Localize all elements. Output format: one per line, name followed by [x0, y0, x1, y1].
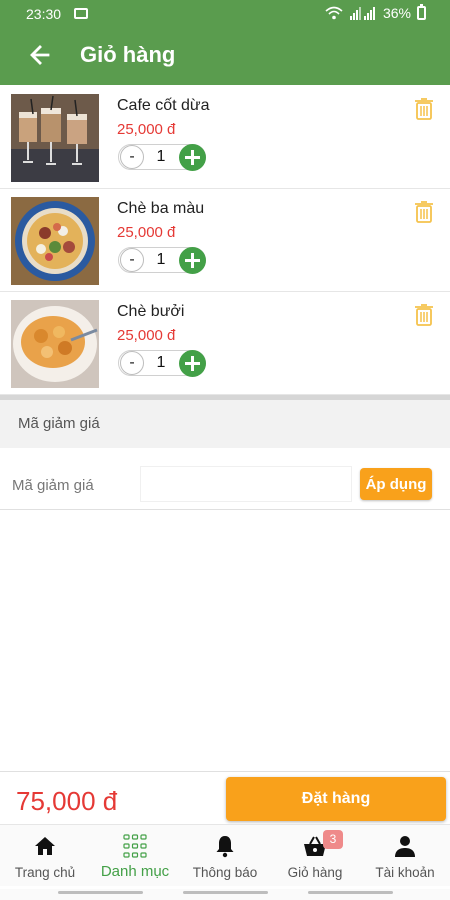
nav-label: Giỏ hàng [287, 865, 343, 880]
order-bar: 75,000 đ Đặt hàng [0, 771, 450, 824]
quantity-stepper: - 1 [118, 350, 206, 377]
trash-icon[interactable] [414, 200, 434, 224]
increase-button[interactable] [179, 144, 206, 171]
product-thumbnail-coffee[interactable] [11, 94, 99, 182]
trash-icon[interactable] [414, 303, 434, 327]
item-price: 25,000 đ [117, 327, 176, 344]
product-thumbnail-che-buoi[interactable] [11, 300, 99, 388]
increase-button[interactable] [179, 350, 206, 377]
cart-item: Cafe cốt dừa 25,000 đ - 1 [0, 87, 450, 189]
home-icon [35, 837, 55, 855]
discount-field-label: Mã giảm giá [12, 477, 94, 494]
app-bar: Giỏ hàng [0, 28, 450, 85]
nav-item-cart[interactable]: 3 Giỏ hàng [270, 825, 360, 887]
nav-label: Thông báo [192, 865, 258, 880]
place-order-button[interactable]: Đặt hàng [226, 777, 446, 821]
back-arrow-icon[interactable] [26, 41, 54, 69]
discount-section-header: Mã giảm giá [0, 400, 450, 448]
nav-label: Tài khoản [375, 865, 435, 880]
grid-icon [123, 834, 147, 858]
bell-icon [216, 836, 234, 858]
discount-row: Mã giảm giá Áp dụng [0, 448, 450, 510]
quantity-stepper: - 1 [118, 247, 206, 274]
bottom-navigation: Trang chủ Danh mục Thông báo 3 Giỏ hàng … [0, 824, 450, 886]
decrease-button[interactable]: - [120, 351, 144, 375]
gesture-bar [0, 889, 450, 900]
item-name: Cafe cốt dừa [117, 97, 210, 114]
cart-count-badge: 3 [323, 830, 343, 849]
signal-icon [349, 7, 375, 20]
gesture-indicator [308, 891, 393, 894]
nav-item-categories[interactable]: Danh mục [90, 825, 180, 887]
trash-icon[interactable] [414, 97, 434, 121]
status-time: 23:30 [26, 6, 62, 22]
nav-item-account[interactable]: Tài khoản [360, 825, 450, 887]
nav-item-notifications[interactable]: Thông báo [180, 825, 270, 887]
person-icon [395, 836, 415, 857]
discount-section-title: Mã giảm giá [18, 415, 100, 432]
item-name: Chè ba màu [117, 200, 205, 217]
cart-item: Chè bưởi 25,000 đ - 1 [0, 293, 450, 395]
battery-icon [417, 4, 426, 20]
quantity-value: 1 [156, 354, 166, 371]
nav-item-home[interactable]: Trang chủ [0, 825, 90, 887]
item-name: Chè bưởi [117, 303, 185, 320]
quantity-value: 1 [156, 251, 166, 268]
increase-button[interactable] [179, 247, 206, 274]
status-bar: 23:30 36% [0, 0, 450, 28]
gesture-indicator [183, 891, 268, 894]
nav-label: Danh mục [100, 863, 170, 880]
discount-code-input[interactable] [140, 466, 352, 502]
apply-discount-button[interactable]: Áp dụng [360, 468, 432, 500]
decrease-button[interactable]: - [120, 145, 144, 169]
cart-item: Chè ba màu 25,000 đ - 1 [0, 190, 450, 292]
order-total: 75,000 đ [16, 786, 118, 816]
cart-screen: 23:30 36% Giỏ hàng Cafe cốt dừa 25,000 đ… [0, 0, 450, 900]
item-price: 25,000 đ [117, 121, 176, 138]
nav-label: Trang chủ [14, 865, 76, 880]
item-price: 25,000 đ [117, 224, 176, 241]
quantity-value: 1 [156, 148, 166, 165]
wifi-icon [325, 6, 343, 20]
product-thumbnail-che-ba-mau[interactable] [11, 197, 99, 285]
gallery-notification-icon [74, 8, 88, 19]
quantity-stepper: - 1 [118, 144, 206, 171]
page-title: Giỏ hàng [80, 42, 176, 67]
battery-percent: 36% [382, 5, 411, 21]
decrease-button[interactable]: - [120, 248, 144, 272]
gesture-indicator [58, 891, 143, 894]
status-indicators: 36% [325, 4, 426, 21]
